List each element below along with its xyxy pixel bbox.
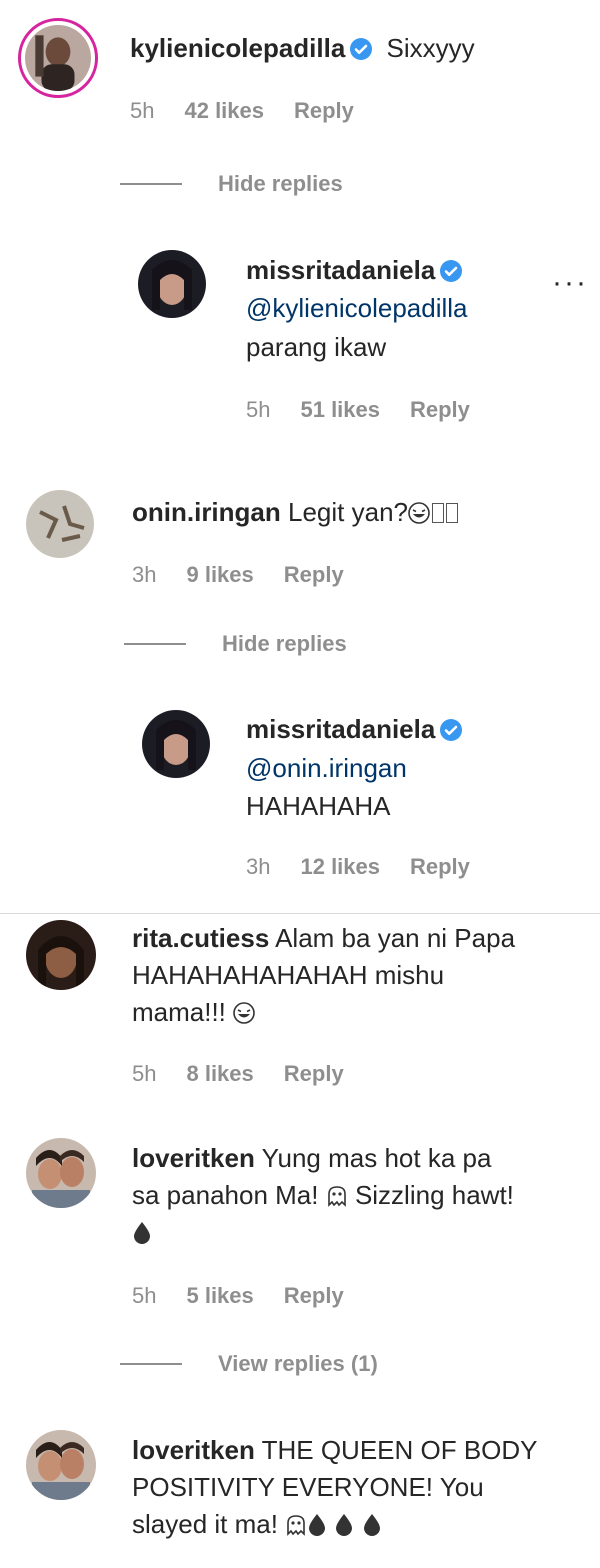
comment-likes[interactable]: 9 likes: [186, 562, 253, 587]
comment-text: POSITIVITY EVERYONE! You: [132, 1472, 484, 1502]
reply-meta: 3h 12 likes Reply: [246, 854, 500, 880]
comment-text: THE QUEEN OF BODY: [261, 1435, 538, 1465]
comment-username[interactable]: onin.iringan: [132, 497, 281, 527]
hide-replies-toggle[interactable]: Hide replies: [120, 171, 343, 197]
missing-glyph-icon: [431, 503, 444, 523]
comment-text: Alam ba yan ni Papa: [275, 923, 516, 953]
divider-dash: [124, 643, 186, 645]
comment-line: rita.cutiess Alam ba yan ni Papa: [132, 920, 600, 956]
reply-button[interactable]: Reply: [284, 1061, 344, 1086]
reply-line: missritadaniela: [246, 252, 600, 292]
avatar-image: [138, 250, 206, 318]
divider-dash: [120, 1363, 182, 1365]
reply-username[interactable]: missritadaniela: [246, 255, 435, 285]
comment-text: Yung mas hot ka pa: [261, 1143, 492, 1173]
comment-time: 5h: [130, 98, 155, 123]
comment-line: slayed it ma!: [132, 1506, 600, 1545]
comment-line: mama!!!: [132, 994, 600, 1033]
reply-text: parang ikaw: [246, 332, 387, 362]
divider-dash: [120, 183, 182, 185]
reply-button[interactable]: Reply: [410, 854, 470, 879]
hide-replies-toggle[interactable]: Hide replies: [124, 631, 347, 657]
comment-line: [132, 1214, 600, 1253]
reply-time: 3h: [246, 854, 271, 879]
comment-line: loveritken Yung mas hot ka pa: [132, 1140, 600, 1176]
comment-text: mama!!!: [132, 997, 226, 1027]
avatar[interactable]: [138, 250, 206, 318]
verified-badge-icon: [439, 256, 463, 292]
reply-time: 5h: [246, 397, 271, 422]
reply-button[interactable]: Reply: [284, 1283, 344, 1308]
comment-meta: 5h 42 likes Reply: [130, 98, 384, 124]
comment-text: Sizzling hawt!: [354, 1180, 514, 1210]
comment-time: 5h: [132, 1283, 157, 1308]
drop-emoji-icon: [307, 1509, 327, 1545]
comment-text: sa panahon Ma!: [132, 1180, 319, 1210]
comment-line: kylienicolepadilla Sixxyyy: [130, 30, 600, 70]
comment-line: sa panahon Ma! Sizzling hawt!: [132, 1177, 600, 1216]
avatar[interactable]: [18, 18, 98, 98]
avatar-image: [26, 920, 96, 990]
comment-text: HAHAHAHAHAHAH mishu: [132, 960, 445, 990]
hide-replies-label: Hide replies: [222, 631, 347, 656]
avatar[interactable]: [26, 1138, 96, 1208]
avatar-image: [26, 1430, 96, 1500]
comment-username[interactable]: loveritken: [132, 1435, 255, 1465]
comment-line: loveritken THE QUEEN OF BODY: [132, 1432, 600, 1468]
ghost-emoji-icon: [285, 1509, 307, 1545]
reply-username[interactable]: missritadaniela: [246, 714, 435, 744]
laughing-emoji-icon: [408, 497, 430, 533]
avatar-image: [142, 710, 210, 778]
comment-meta: 3h 9 likes Reply: [132, 562, 374, 588]
laughing-emoji-icon: [233, 997, 255, 1033]
comment-line: onin.iringan Legit yan?: [132, 494, 600, 533]
comment-meta: 5h 8 likes Reply: [132, 1061, 374, 1087]
reply-button[interactable]: Reply: [410, 397, 470, 422]
comment-text: slayed it ma!: [132, 1509, 278, 1539]
reply-button[interactable]: Reply: [294, 98, 354, 123]
comment-time: 3h: [132, 562, 157, 587]
avatar-image: [26, 490, 94, 558]
comment-likes[interactable]: 5 likes: [186, 1283, 253, 1308]
comment-text: Sixxyyy: [386, 33, 475, 63]
drop-emoji-icon: [132, 1217, 152, 1253]
comment-username[interactable]: loveritken: [132, 1143, 255, 1173]
comment-username[interactable]: rita.cutiess: [132, 923, 269, 953]
comment-time: 5h: [132, 1061, 157, 1086]
hide-replies-label: Hide replies: [218, 171, 343, 196]
reply-mention[interactable]: @onin.iringan: [246, 750, 600, 786]
reply-likes[interactable]: 51 likes: [300, 397, 380, 422]
reply-text: HAHAHAHA: [246, 791, 391, 821]
ghost-emoji-icon: [326, 1180, 348, 1216]
avatar[interactable]: [142, 710, 210, 778]
more-options-icon[interactable]: ···: [552, 266, 588, 300]
comment-username[interactable]: kylienicolepadilla: [130, 33, 345, 63]
avatar-image: [26, 1138, 96, 1208]
reply-likes[interactable]: 12 likes: [300, 854, 380, 879]
comment-meta: 5h 5 likes Reply: [132, 1283, 374, 1309]
reply-meta: 5h 51 likes Reply: [246, 397, 500, 423]
view-replies-toggle[interactable]: View replies (1): [120, 1351, 378, 1377]
view-replies-label: View replies (1): [218, 1351, 378, 1376]
avatar[interactable]: [26, 1430, 96, 1500]
missing-glyph-icon: [445, 503, 458, 523]
drop-emoji-icon: [334, 1509, 354, 1545]
avatar[interactable]: [26, 490, 94, 558]
comment-likes[interactable]: 42 likes: [184, 98, 264, 123]
reply-line: missritadaniela: [246, 711, 600, 751]
avatar[interactable]: [26, 920, 96, 990]
comment-text: Legit yan?: [288, 497, 408, 527]
comment-likes[interactable]: 8 likes: [186, 1061, 253, 1086]
verified-badge-icon: [439, 715, 463, 751]
section-divider: [0, 913, 600, 914]
drop-emoji-icon: [362, 1509, 382, 1545]
reply-mention[interactable]: @kylienicolepadilla: [246, 290, 600, 326]
verified-badge-icon: [349, 34, 373, 70]
avatar-image: [25, 25, 91, 91]
reply-button[interactable]: Reply: [284, 562, 344, 587]
